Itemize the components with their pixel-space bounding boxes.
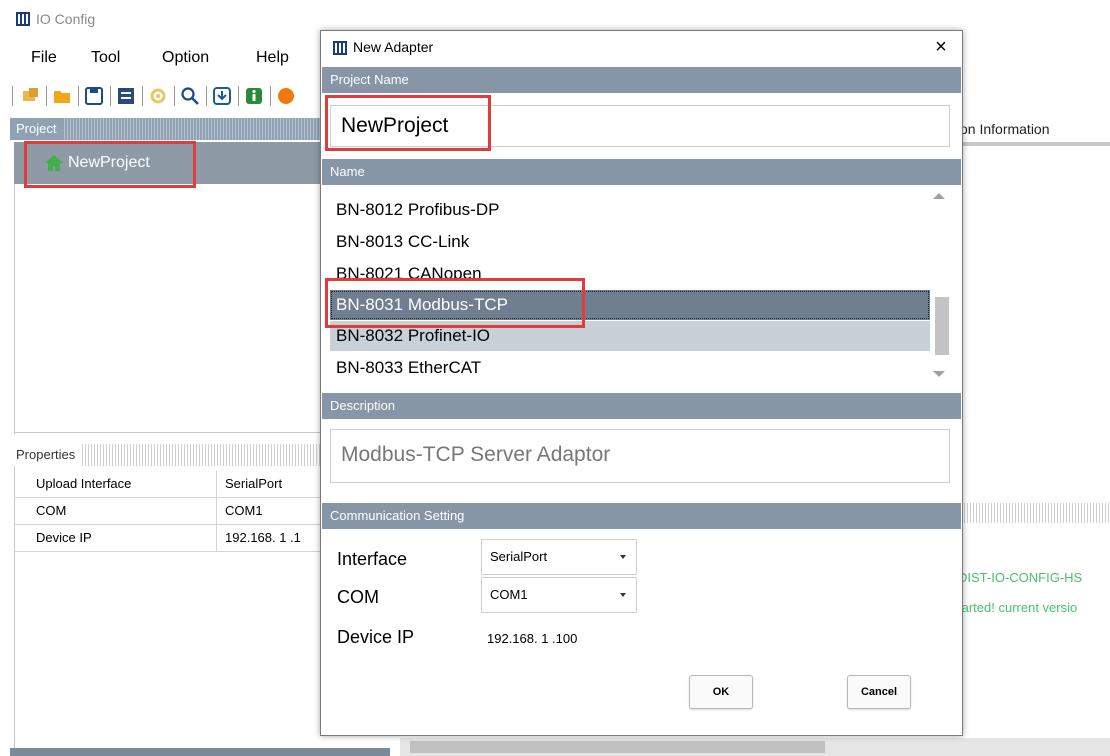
add-device-icon[interactable] — [18, 84, 42, 108]
log-line: tarted! current versio — [958, 600, 1078, 615]
highlight-box — [325, 95, 491, 151]
download-icon[interactable] — [210, 84, 234, 108]
interface-select-value: SerialPort — [490, 549, 548, 564]
property-key: COM — [36, 503, 67, 518]
device-ip-label: Device IP — [337, 627, 415, 647]
list-item[interactable]: BN-8012 Profibus-DP — [330, 195, 930, 225]
communication-section: Communication Setting — [322, 503, 961, 529]
info-panel-title: on Information — [960, 121, 1050, 137]
status-icon[interactable] — [274, 84, 298, 108]
ok-button[interactable]: OK — [689, 675, 753, 709]
property-value[interactable]: SerialPort — [216, 471, 327, 497]
menu-tool[interactable]: Tool — [91, 44, 120, 72]
property-key: Upload Interface — [36, 476, 132, 491]
app-title: IO Config — [36, 11, 96, 27]
interface-select[interactable]: SerialPort — [481, 539, 637, 575]
export-icon[interactable] — [114, 84, 138, 108]
properties-panel-header: Properties — [10, 444, 325, 466]
scrollbar-thumb[interactable] — [935, 297, 949, 355]
scroll-down-icon[interactable] — [933, 371, 945, 377]
com-select-value: COM1 — [490, 587, 528, 602]
close-icon[interactable]: × — [927, 35, 955, 59]
divider — [14, 432, 325, 433]
highlight-box — [325, 278, 585, 328]
divider — [14, 142, 15, 434]
description-section: Description — [322, 393, 961, 419]
app-icon — [16, 12, 30, 26]
interface-label: Interface — [337, 549, 408, 569]
property-row: Device IP 192.168. 1 .1 — [14, 525, 325, 552]
name-section: Name — [322, 159, 961, 185]
list-item[interactable]: BN-8013 CC-Link — [330, 227, 930, 257]
log-line: DIST-IO-CONFIG-HS — [958, 570, 1083, 585]
log-panel-header — [955, 503, 1110, 523]
project-panel-header: Project — [10, 118, 325, 140]
toolbar — [12, 82, 332, 110]
cancel-button[interactable]: Cancel — [847, 675, 911, 709]
highlight-box — [24, 141, 196, 188]
chevron-down-icon — [620, 555, 626, 559]
info-icon[interactable] — [242, 84, 266, 108]
property-row: Upload Interface SerialPort — [14, 471, 325, 498]
chevron-down-icon — [620, 593, 626, 597]
project-panel-title: Project — [10, 118, 63, 140]
scroll-up-icon[interactable] — [933, 193, 945, 199]
save-icon[interactable] — [82, 84, 106, 108]
project-name-section: Project Name — [322, 67, 961, 93]
menu-bar: File Tool Option Help — [0, 44, 330, 72]
open-folder-icon[interactable] — [50, 84, 74, 108]
settings-icon[interactable] — [146, 84, 170, 108]
menu-file[interactable]: File — [31, 44, 57, 72]
scrollbar-thumb[interactable] — [410, 741, 825, 753]
list-item[interactable]: BN-8033 EtherCAT — [330, 353, 930, 383]
com-select[interactable]: COM1 — [481, 577, 637, 613]
menu-help[interactable]: Help — [256, 44, 289, 72]
dialog-title: New Adapter — [353, 39, 434, 55]
property-key: Device IP — [36, 530, 92, 545]
list-item[interactable]: BN-8021 CANopen — [330, 259, 930, 279]
menu-option[interactable]: Option — [162, 44, 209, 72]
device-ip-value[interactable]: 192.168. 1 .100 — [487, 631, 577, 646]
search-icon[interactable] — [178, 84, 202, 108]
properties-panel-title: Properties — [10, 444, 82, 466]
com-label: COM — [337, 587, 379, 607]
property-value[interactable]: 192.168. 1 .1 — [216, 525, 327, 551]
app-icon — [333, 41, 347, 55]
property-value[interactable]: COM1 — [216, 498, 327, 524]
status-strip — [10, 748, 390, 756]
property-row: COM COM1 — [14, 498, 325, 525]
description-field: Modbus-TCP Server Adaptor — [330, 429, 950, 483]
